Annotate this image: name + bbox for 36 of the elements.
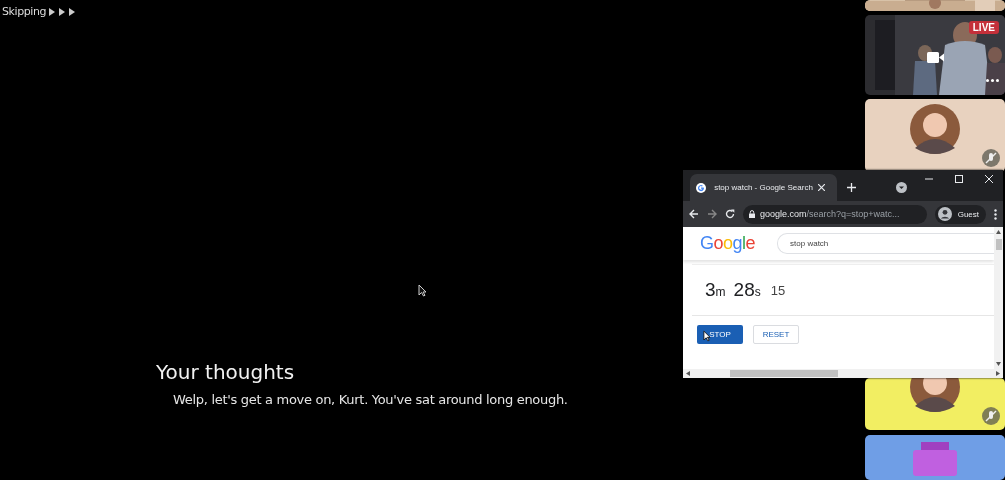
scroll-left-icon[interactable] bbox=[686, 371, 690, 376]
skip-indicator: Skipping bbox=[2, 5, 47, 18]
forward-icon[interactable] bbox=[707, 209, 717, 219]
seconds-unit: s bbox=[754, 285, 761, 299]
more-icon bbox=[986, 79, 999, 82]
live-badge: LIVE bbox=[968, 21, 999, 34]
dialogue-text: Welp, let's get a move on, Kurt. You've sat around long enough. bbox=[173, 392, 568, 407]
scrollbar-thumb[interactable] bbox=[730, 370, 838, 377]
minimize-icon[interactable] bbox=[925, 175, 933, 183]
seconds-value: 28 bbox=[733, 279, 755, 301]
reload-icon[interactable] bbox=[725, 209, 735, 219]
scroll-down-icon[interactable] bbox=[996, 362, 1001, 366]
google-logo[interactable]: Google bbox=[700, 233, 756, 254]
address-bar[interactable]: google.com/search?q=stop+watc... bbox=[743, 204, 927, 224]
hundredths-value: 15 bbox=[770, 282, 786, 298]
maximize-icon[interactable] bbox=[955, 175, 963, 183]
profile-button[interactable]: Guest bbox=[934, 204, 986, 224]
scrollbar-thumb[interactable] bbox=[995, 239, 1002, 250]
fast-forward-icon bbox=[49, 7, 76, 16]
scroll-up-icon[interactable] bbox=[996, 230, 1001, 234]
speaker-name: Your thoughts bbox=[156, 360, 296, 384]
tab-search-icon[interactable] bbox=[896, 181, 907, 193]
stop-button[interactable]: STOP bbox=[697, 325, 743, 344]
browser-tab[interactable]: stop watch - Google Search bbox=[690, 174, 837, 201]
scroll-right-icon[interactable] bbox=[996, 371, 1000, 376]
minutes-unit: m bbox=[715, 285, 726, 299]
cursor-icon bbox=[418, 284, 427, 297]
reset-button[interactable]: RESET bbox=[753, 325, 799, 344]
search-field[interactable]: stop watch bbox=[777, 233, 994, 254]
cursor-icon bbox=[703, 330, 711, 342]
close-icon[interactable] bbox=[985, 175, 993, 183]
more-menu-icon[interactable] bbox=[994, 208, 997, 220]
back-icon[interactable] bbox=[689, 209, 699, 219]
new-tab-icon[interactable] bbox=[847, 182, 856, 192]
person-icon bbox=[937, 207, 952, 221]
minutes-value: 3 bbox=[705, 279, 716, 301]
